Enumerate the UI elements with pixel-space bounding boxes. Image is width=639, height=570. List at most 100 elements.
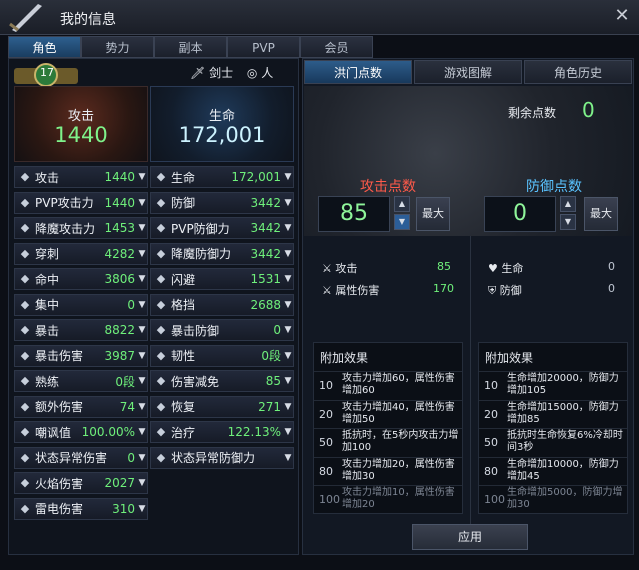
stat-row[interactable]: ◆ 熟练 0段 ▼ [14,370,148,392]
status-damage-icon: ◆ [20,450,30,464]
tab-hongmen-points[interactable]: 洪门点数 [304,60,412,84]
stat-value: 1440 [104,170,135,184]
stat-dropdown-icon[interactable]: ▼ [137,325,147,335]
attack-points-up-button[interactable]: ▲ [394,196,410,212]
stat-dropdown-icon[interactable]: ▼ [283,351,293,361]
stat-dropdown-icon[interactable]: ▼ [137,223,147,233]
stat-row[interactable]: ◆ 暴击伤害 3987 ▼ [14,344,148,367]
tab-faction[interactable]: 势力 [81,36,154,58]
stat-dropdown-icon[interactable]: ▼ [283,402,293,412]
stat-row[interactable]: ◆ 暴击防御 0 ▼ [150,319,294,341]
stat-name: 治疗 [171,425,196,440]
apply-button[interactable]: 应用 [412,524,528,550]
stat-row[interactable]: ◆ 状态异常伤害 0 ▼ [14,446,148,469]
pierce-icon: ◆ [20,246,30,260]
stat-row[interactable]: ◆ PVP防御力 3442 ▼ [150,217,294,239]
stat-name: 熟练 [35,374,60,389]
stat-dropdown-icon[interactable]: ▼ [283,453,293,463]
stat-dropdown-icon[interactable]: ▼ [283,274,293,284]
stat-row[interactable]: ◆ 命中 3806 ▼ [14,268,148,290]
stat-row[interactable]: ◆ 生命 172,001 ▼ [150,166,294,188]
stat-name: 雷电伤害 [35,502,84,516]
defense-points-down-button[interactable]: ▼ [560,214,576,230]
stat-row[interactable]: ◆ 降魔防御力 3442 ▼ [150,242,294,265]
stat-row[interactable]: ◆ 闪避 1531 ▼ [150,268,294,290]
stat-dropdown-icon[interactable]: ▼ [137,427,147,437]
shield-icon: ◆ [156,195,166,209]
fire-icon: ◆ [20,476,30,489]
stat-dropdown-icon[interactable]: ▼ [283,376,293,386]
stat-value: 3442 [250,221,281,235]
stat-row[interactable]: ◆ 穿刺 4282 ▼ [14,242,148,265]
stat-dropdown-icon[interactable]: ▼ [137,376,147,386]
stat-row[interactable]: ◆ 嘲讽值 100.00% ▼ [14,421,148,443]
stat-dropdown-icon[interactable]: ▼ [137,504,147,514]
attack-points-value[interactable]: 85 [318,196,390,232]
stat-name: 攻击 [35,170,60,185]
effect-level: 100 [319,493,340,506]
stat-dropdown-icon[interactable]: ▼ [283,325,293,335]
stat-dropdown-icon[interactable]: ▼ [137,300,147,310]
stat-row[interactable]: ◆ 火焰伤害 2027 ▼ [14,472,148,494]
shield-icon: ⛨ [488,284,497,297]
tab-pvp[interactable]: PVP [227,36,300,58]
stat-row[interactable]: ◆ 雷电伤害 310 ▼ [14,497,148,520]
stat-dropdown-icon[interactable]: ▼ [137,478,147,488]
stat-dropdown-icon[interactable]: ▼ [137,453,147,463]
effect-row: 80 攻击力增加20，属性伤害增加30 [314,456,462,486]
stat-dropdown-icon[interactable]: ▼ [283,172,293,182]
critical-icon: ◆ [20,323,30,336]
stat-row[interactable]: ◆ PVP攻击力 1440 ▼ [14,191,148,214]
stat-dropdown-icon[interactable]: ▼ [137,402,147,412]
attack-max-button[interactable]: 最大 [416,197,450,231]
effect-row: 10 攻击力增加60，属性伤害增加60 [314,371,462,400]
defense-points-value[interactable]: 0 [484,196,556,232]
atk-sub-attack-value: 85 [437,260,451,273]
def-sub-defense-value: 0 [608,282,615,295]
defense-max-button[interactable]: 最大 [584,197,618,231]
stat-value: 0段 [261,349,281,363]
window-title: 我的信息 [60,12,116,28]
attack-points-down-button[interactable]: ▼ [394,214,410,230]
stat-row[interactable]: ◆ 攻击 1440 ▼ [14,166,148,188]
stat-dropdown-icon[interactable]: ▼ [283,223,293,233]
stat-row[interactable]: ◆ 恢复 271 ▼ [150,395,294,418]
stat-dropdown-icon[interactable]: ▼ [137,274,147,284]
stat-dropdown-icon[interactable]: ▼ [283,249,293,259]
defense-points-up-button[interactable]: ▲ [560,196,576,212]
stat-dropdown-icon[interactable]: ▼ [137,198,147,208]
stat-value: 1453 [104,221,135,235]
def-sub-defense-label: 防御 [499,284,522,297]
stat-row[interactable]: ◆ 状态异常防御力 ▼ [150,446,294,469]
remaining-points-value: 0 [582,98,595,122]
close-button[interactable]: ✕ [612,6,632,26]
stat-dropdown-icon[interactable]: ▼ [137,249,147,259]
level-value: 17 [40,66,54,79]
stat-dropdown-icon[interactable]: ▼ [283,427,293,437]
tab-dungeon[interactable]: 副本 [154,36,227,58]
tab-member[interactable]: 会员 [300,36,373,58]
stat-row[interactable]: ◆ 防御 3442 ▼ [150,191,294,214]
effect-text: 抵抗时生命恢复6%冷却时间3秒 [507,430,623,453]
stat-dropdown-icon[interactable]: ▼ [137,351,147,361]
attack-summary-label: 攻击 [67,109,94,124]
tab-character-history[interactable]: 角色历史 [524,60,632,84]
stat-row[interactable]: ◆ 韧性 0段 ▼ [150,344,294,367]
stat-row[interactable]: ◆ 额外伤害 74 ▼ [14,395,148,418]
stat-row[interactable]: ◆ 治疗 122.13% ▼ [150,421,294,443]
effect-row: 50 抵抗时生命恢复6%冷却时间3秒 [479,428,627,457]
stat-dropdown-icon[interactable]: ▼ [283,300,293,310]
tab-character[interactable]: 角色 [8,36,81,58]
stat-row[interactable]: ◆ 集中 0 ▼ [14,293,148,316]
health-summary-label: 生命 [208,109,235,124]
stat-row[interactable]: ◆ 格挡 2688 ▼ [150,293,294,316]
tab-game-guide[interactable]: 游戏图解 [414,60,522,84]
stat-name: 状态异常伤害 [35,451,108,465]
stat-row[interactable]: ◆ 降魔攻击力 1453 ▼ [14,217,148,239]
effect-text: 攻击力增加10，属性伤害增加20 [342,487,455,510]
stat-dropdown-icon[interactable]: ▼ [283,198,293,208]
race-label: 人 [261,66,274,80]
stat-row[interactable]: ◆ 暴击 8822 ▼ [14,319,148,341]
stat-row[interactable]: ◆ 伤害减免 85 ▼ [150,370,294,392]
stat-dropdown-icon[interactable]: ▼ [137,172,147,182]
